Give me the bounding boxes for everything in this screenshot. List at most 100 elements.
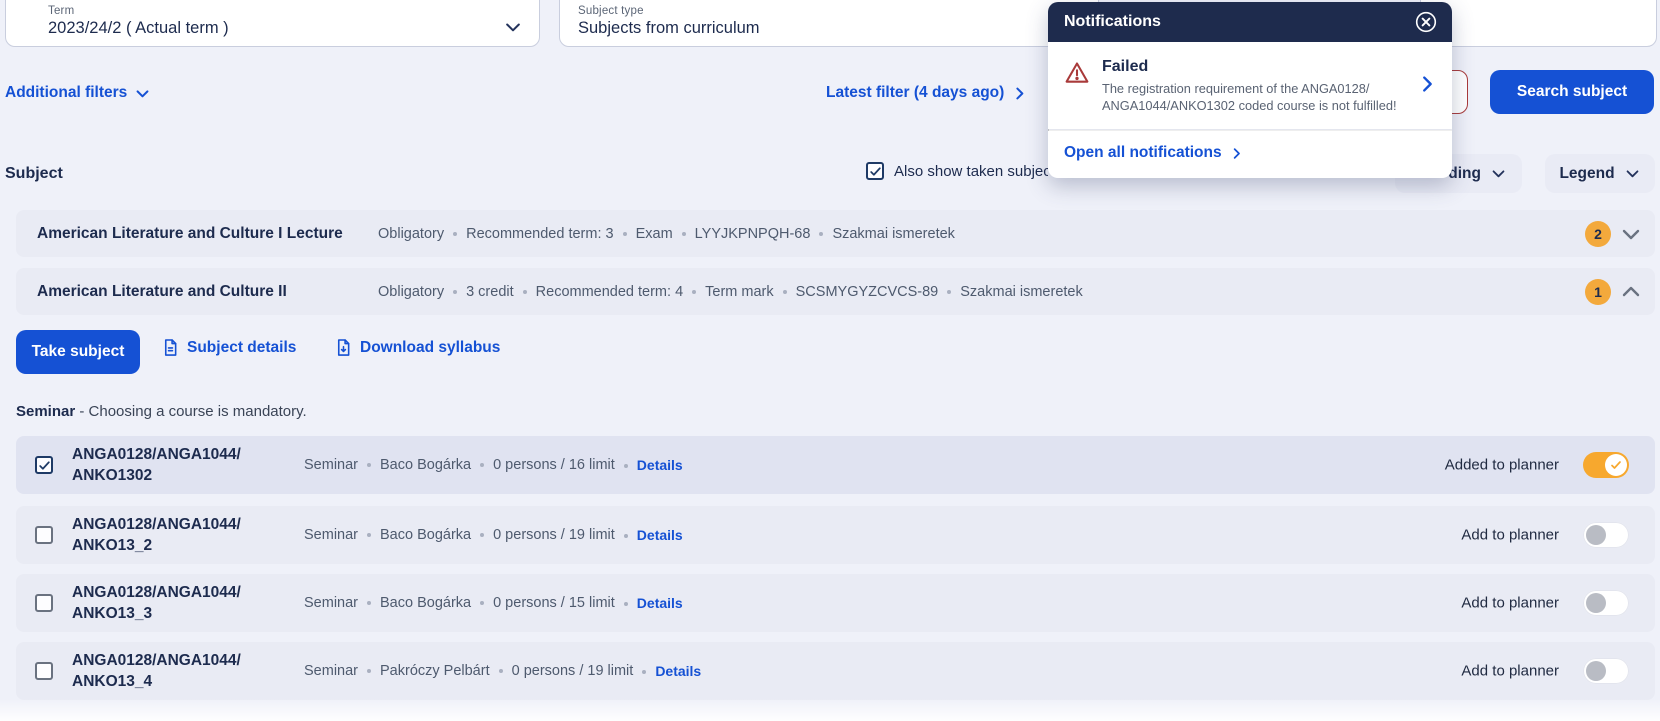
also-show-taken-control: Also show taken subjects bbox=[866, 162, 1048, 180]
chevron-down-icon bbox=[134, 85, 151, 102]
subject-title: American Literature and Culture I Lectur… bbox=[37, 224, 343, 242]
also-show-taken-checkbox[interactable] bbox=[866, 162, 884, 180]
course-type: Seminar bbox=[304, 663, 358, 679]
course-checkbox[interactable] bbox=[35, 456, 53, 474]
close-icon[interactable] bbox=[1414, 10, 1438, 34]
notification-message-line1: The registration requirement of the ANGA… bbox=[1102, 81, 1370, 96]
chevron-down-icon bbox=[1490, 165, 1507, 182]
subject-details-link[interactable]: Subject details bbox=[161, 338, 296, 357]
download-syllabus-label: Download syllabus bbox=[360, 338, 501, 356]
subject-type-value: Subjects from curriculum bbox=[578, 19, 760, 37]
chevron-down-icon bbox=[1624, 165, 1641, 182]
meta-item: Exam bbox=[614, 226, 673, 242]
chevron-right-icon bbox=[1011, 85, 1028, 102]
meta-item: Obligatory bbox=[378, 283, 445, 300]
search-subject-button[interactable]: Search subject bbox=[1490, 70, 1654, 114]
course-code-line1: ANGA0128/ANGA1044/ bbox=[72, 516, 241, 533]
course-code-line2: ANKO13_3 bbox=[72, 605, 153, 622]
course-row: ANGA0128/ANGA1044/ ANKO13_3 Seminar Baco… bbox=[16, 574, 1655, 632]
planner-toggle-off[interactable] bbox=[1583, 590, 1629, 616]
term-label: Term bbox=[48, 5, 75, 17]
course-type: Seminar bbox=[304, 595, 358, 611]
meta-item: Recommended term: 4 bbox=[514, 284, 683, 300]
subject-type-label: Subject type bbox=[578, 5, 644, 17]
planner-toggle-off[interactable] bbox=[1583, 658, 1629, 684]
course-capacity: 0 persons / 15 limit bbox=[471, 595, 615, 611]
notification-message-line2: ANGA1044/ANKO1302 coded course is not fu… bbox=[1102, 98, 1397, 113]
course-checkbox[interactable] bbox=[35, 526, 53, 544]
course-meta: Seminar Baco Bogárka 0 persons / 15 limi… bbox=[304, 595, 683, 611]
notifications-header: Notifications bbox=[1048, 2, 1452, 42]
legend-label: Legend bbox=[1559, 164, 1615, 182]
take-subject-button[interactable]: Take subject bbox=[16, 330, 140, 374]
course-details-link[interactable]: Details bbox=[615, 457, 683, 473]
course-code-line2: ANKO1302 bbox=[72, 467, 153, 484]
course-meta: Seminar Baco Bogárka 0 persons / 19 limi… bbox=[304, 527, 683, 543]
subject-type-select[interactable]: Subject type Subjects from curriculum bbox=[559, 0, 1099, 47]
course-meta: Seminar Baco Bogárka 0 persons / 16 limi… bbox=[304, 457, 683, 473]
open-all-notifications-row: Open all notifications bbox=[1048, 131, 1452, 178]
course-capacity: 0 persons / 19 limit bbox=[490, 663, 634, 679]
notification-status: Failed bbox=[1102, 58, 1149, 75]
chevron-up-icon[interactable] bbox=[1619, 280, 1643, 304]
course-instructor: Baco Bogárka bbox=[358, 457, 471, 473]
subject-registration-page: Term 2023/24/2 ( Actual term ) Subject t… bbox=[0, 0, 1660, 721]
additional-filters-link[interactable]: Additional filters bbox=[5, 84, 151, 102]
meta-item: Recommended term: 3 bbox=[444, 226, 613, 242]
download-document-icon bbox=[334, 338, 353, 357]
course-code: ANGA0128/ANGA1044/ ANKO13_4 bbox=[72, 650, 241, 692]
open-all-notifications-link[interactable]: Open all notifications bbox=[1064, 144, 1436, 162]
latest-filter-label: Latest filter (4 days ago) bbox=[826, 84, 1005, 101]
planner-label: Add to planner bbox=[1461, 594, 1559, 612]
meta-item: 3 credit bbox=[444, 284, 514, 300]
planner-toggle-off[interactable] bbox=[1583, 522, 1629, 548]
meta-item: Szakmai ismeretek bbox=[938, 284, 1082, 300]
document-icon bbox=[161, 338, 180, 357]
course-checkbox[interactable] bbox=[35, 594, 53, 612]
subject-row[interactable]: American Literature and Culture I Lectur… bbox=[16, 210, 1655, 257]
planner-label: Add to planner bbox=[1461, 662, 1559, 680]
course-code-line1: ANGA0128/ANGA1044/ bbox=[72, 584, 241, 601]
latest-filter-link[interactable]: Latest filter (4 days ago) bbox=[826, 84, 1028, 102]
course-details-link[interactable]: Details bbox=[615, 527, 683, 543]
planner-label: Added to planner bbox=[1444, 456, 1559, 474]
chevron-down-icon[interactable] bbox=[1619, 222, 1643, 246]
toggle-knob-check-icon bbox=[1605, 454, 1627, 476]
toggle-knob bbox=[1586, 593, 1606, 613]
meta-item: SCSMYGYZCVCS-89 bbox=[774, 284, 939, 300]
subject-meta: Obligatory Recommended term: 3 Exam LYYJ… bbox=[378, 226, 955, 242]
notification-texts: Failed The registration requirement of t… bbox=[1102, 58, 1397, 114]
course-code-line1: ANGA0128/ANGA1044/ bbox=[72, 652, 241, 669]
course-capacity: 0 persons / 19 limit bbox=[471, 527, 615, 543]
subject-row[interactable]: American Literature and Culture II Oblig… bbox=[16, 268, 1655, 315]
warning-triangle-icon bbox=[1064, 60, 1090, 91]
download-syllabus-link[interactable]: Download syllabus bbox=[334, 338, 500, 357]
course-meta: Seminar Pakróczy Pelbárt 0 persons / 19 … bbox=[304, 663, 701, 679]
planner-toggle-on[interactable] bbox=[1583, 452, 1629, 478]
course-type: Seminar bbox=[304, 527, 358, 543]
meta-item: Szakmai ismeretek bbox=[810, 226, 954, 242]
legend-dropdown[interactable]: Legend bbox=[1545, 154, 1655, 193]
course-code: ANGA0128/ANGA1044/ ANKO1302 bbox=[72, 444, 241, 486]
course-code-line2: ANKO13_2 bbox=[72, 537, 153, 554]
course-group-label: Seminar bbox=[16, 403, 76, 420]
course-details-link[interactable]: Details bbox=[615, 595, 683, 611]
course-checkbox[interactable] bbox=[35, 662, 53, 680]
course-count-badge: 1 bbox=[1585, 278, 1611, 305]
course-details-link[interactable]: Details bbox=[633, 663, 701, 679]
chevron-right-icon[interactable] bbox=[1416, 73, 1438, 100]
subject-details-label: Subject details bbox=[187, 338, 297, 356]
planner-label: Add to planner bbox=[1461, 526, 1559, 544]
course-instructor: Baco Bogárka bbox=[358, 527, 471, 543]
notification-item[interactable]: Failed The registration requirement of t… bbox=[1048, 42, 1452, 129]
course-row: ANGA0128/ANGA1044/ ANKO13_4 Seminar Pakr… bbox=[16, 642, 1655, 700]
term-select[interactable]: Term 2023/24/2 ( Actual term ) bbox=[5, 0, 540, 47]
course-instructor: Baco Bogárka bbox=[358, 595, 471, 611]
course-row: ANGA0128/ANGA1044/ ANKO1302 Seminar Baco… bbox=[16, 436, 1655, 494]
open-all-notifications-label: Open all notifications bbox=[1064, 144, 1222, 161]
toggle-knob bbox=[1586, 525, 1606, 545]
meta-item: Term mark bbox=[683, 284, 773, 300]
hidden-filter-select[interactable] bbox=[1420, 0, 1657, 47]
course-row: ANGA0128/ANGA1044/ ANKO13_2 Seminar Baco… bbox=[16, 506, 1655, 564]
additional-filters-label: Additional filters bbox=[5, 84, 128, 101]
